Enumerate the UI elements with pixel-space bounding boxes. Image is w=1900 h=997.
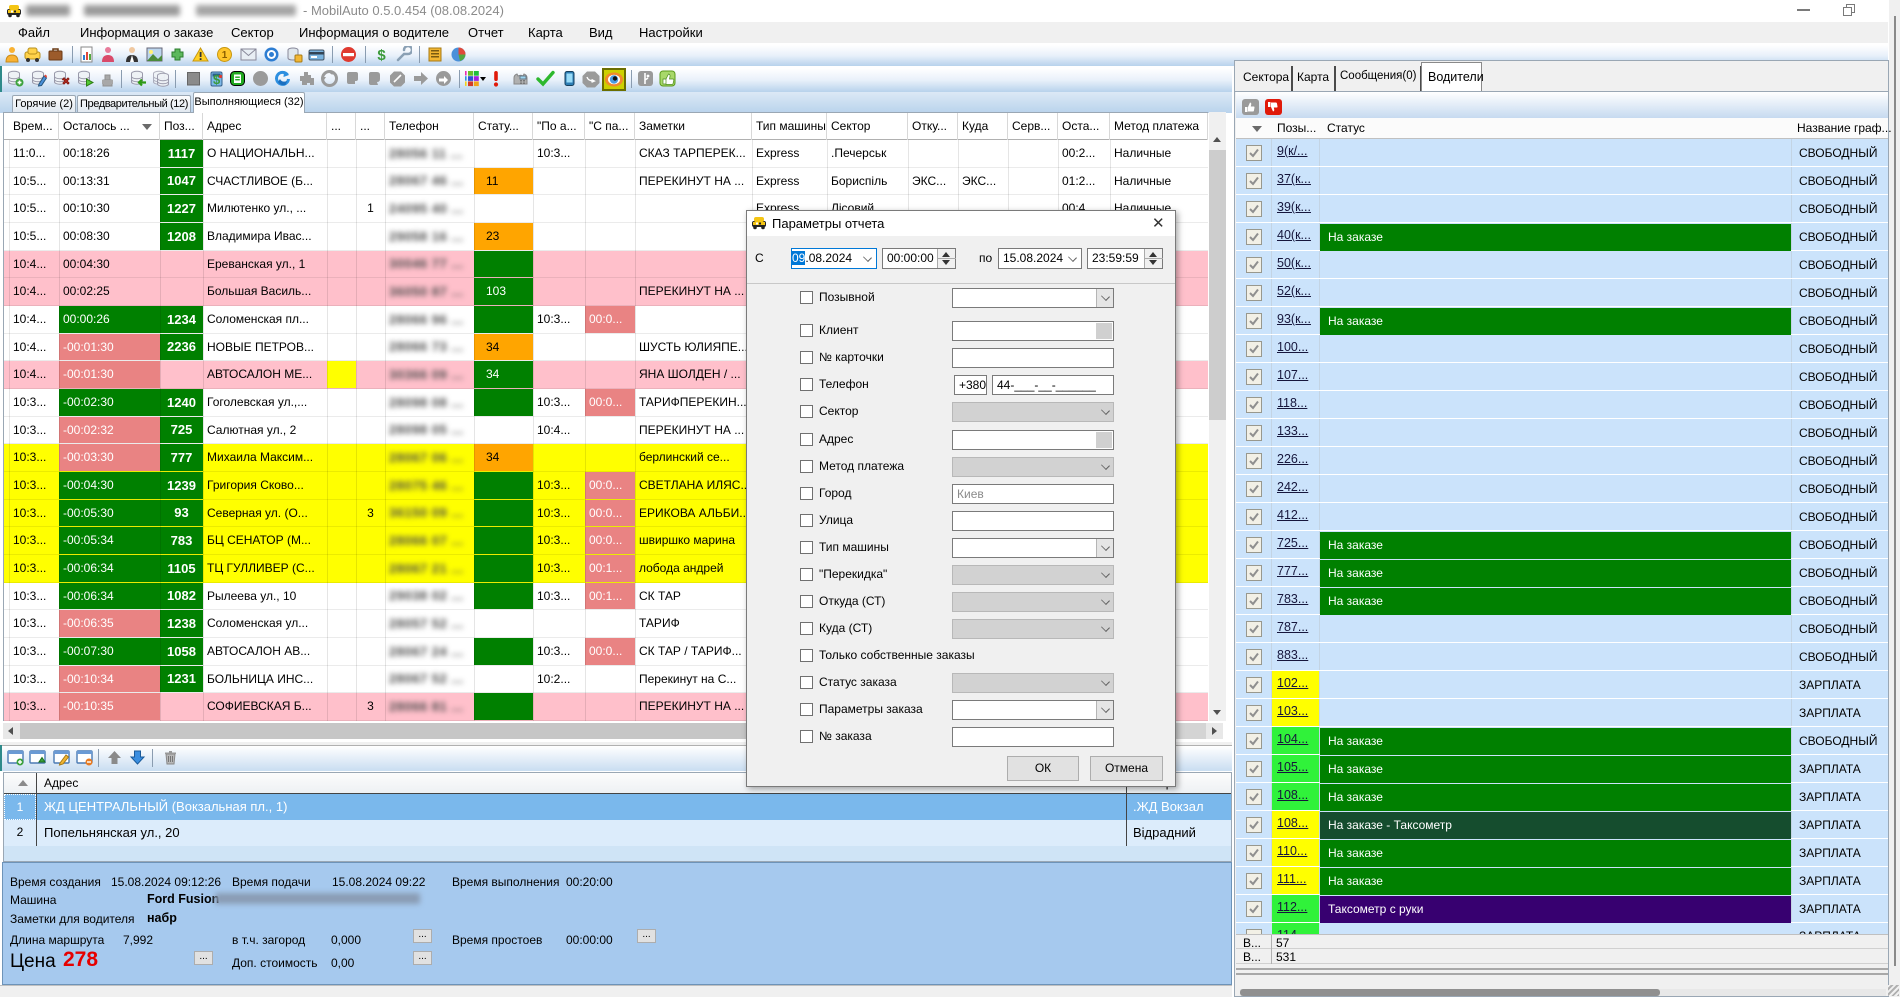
svg-text:1: 1 xyxy=(222,50,228,61)
svg-text:$: $ xyxy=(377,47,386,63)
svg-text:$: $ xyxy=(213,72,221,87)
